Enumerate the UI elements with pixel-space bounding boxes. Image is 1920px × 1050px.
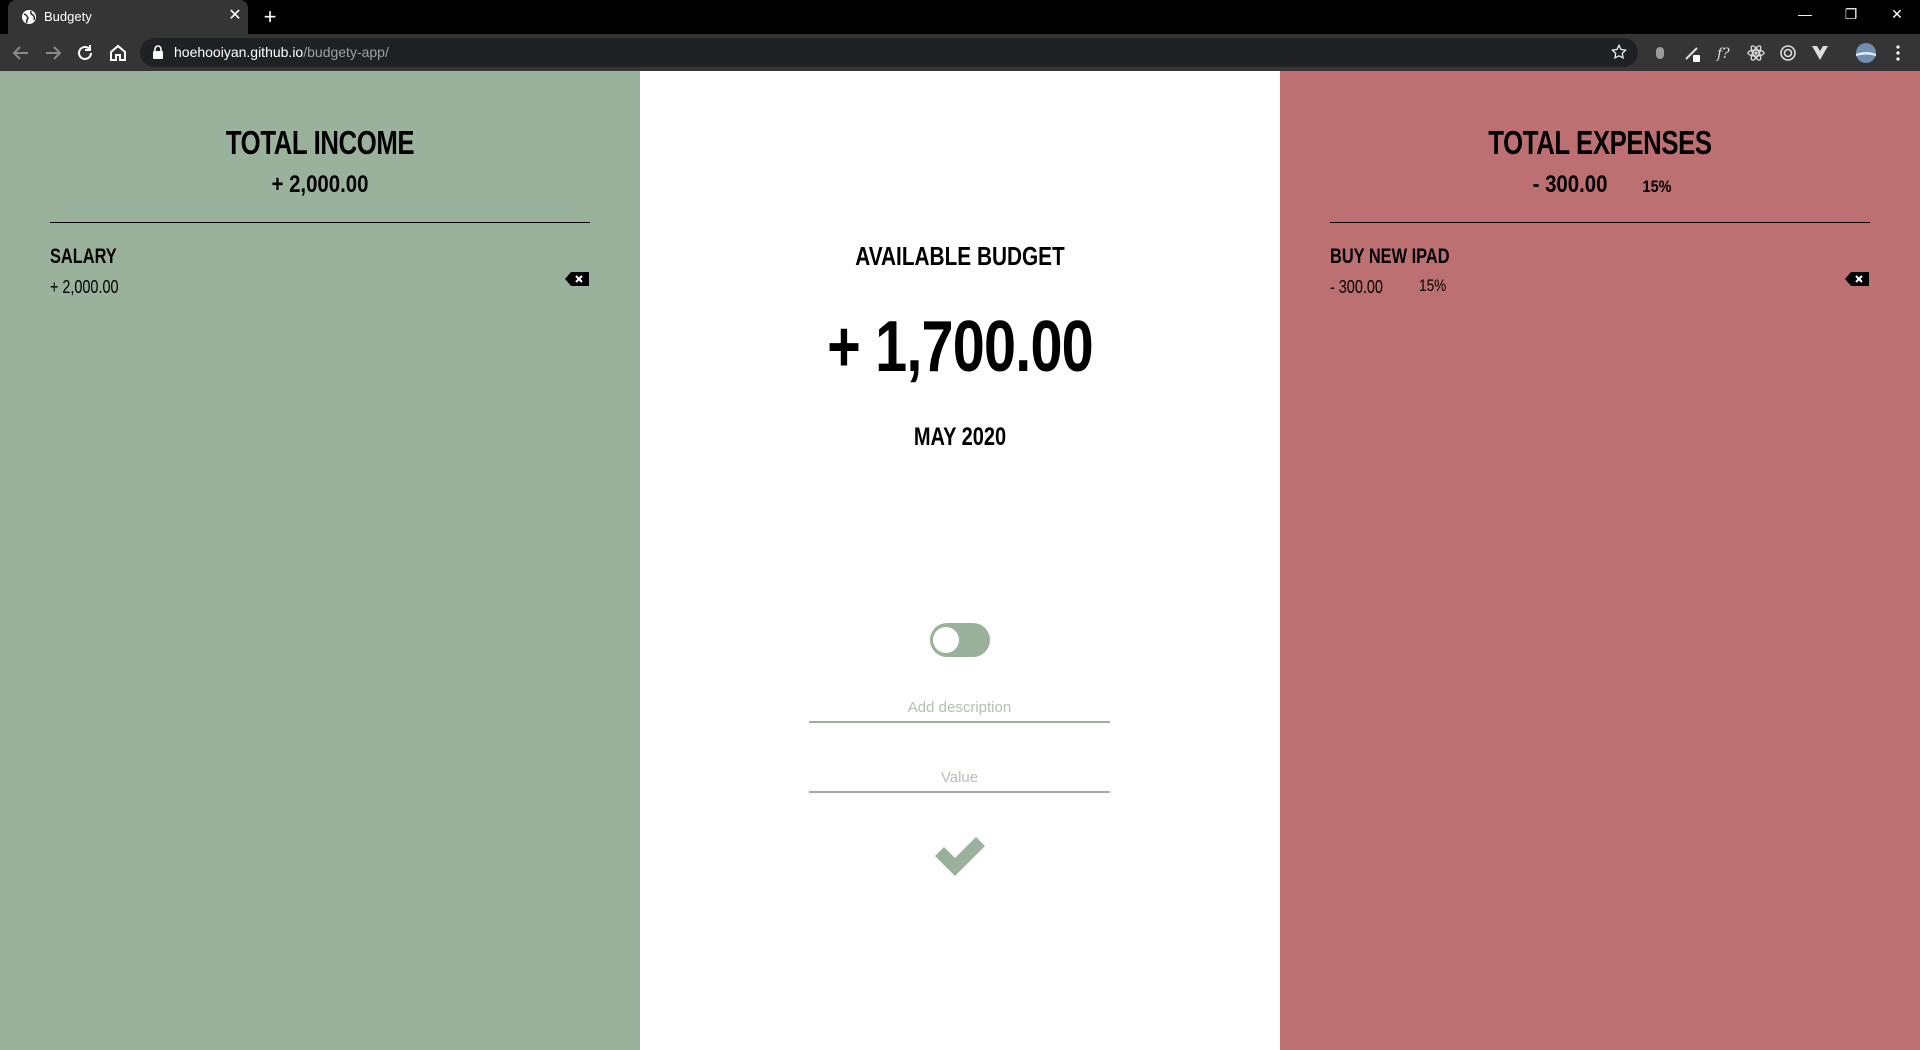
url-host: hoehooiyan.github.io xyxy=(174,44,304,60)
lock-icon xyxy=(153,45,163,59)
expense-item: BUY NEW IPAD - 300.00 15% xyxy=(1330,245,1870,305)
available-budget-value: + 1,700.00 xyxy=(827,307,1094,387)
home-icon[interactable] xyxy=(106,41,130,65)
tab-close-icon[interactable]: ✕ xyxy=(226,7,244,25)
browser-toolbar: hoehooiyan.github.io/budgety-app/ f? xyxy=(0,34,1920,71)
toggle-knob xyxy=(933,627,959,653)
delete-income-icon[interactable] xyxy=(564,271,590,287)
svg-text:f?: f? xyxy=(1716,46,1730,62)
value-input[interactable] xyxy=(809,763,1110,793)
checkmark-icon[interactable] xyxy=(931,829,989,879)
available-budget-title: AVAILABLE BUDGET xyxy=(855,241,1065,271)
delete-expense-icon[interactable] xyxy=(1844,271,1870,287)
expense-item-value: - 300.00 xyxy=(1330,277,1383,297)
restore-button[interactable]: ❐ xyxy=(1828,0,1874,30)
expense-item-description: BUY NEW IPAD xyxy=(1330,245,1450,268)
budgety-app: TOTAL INCOME + 2,000.00 SALARY + 2,000.0… xyxy=(0,71,1920,1050)
forward-icon[interactable] xyxy=(41,41,65,65)
globe-icon xyxy=(22,10,36,24)
browser-tab-strip: Budgety ✕ + — ❐ ✕ xyxy=(0,0,1920,34)
expenses-divider xyxy=(1330,222,1870,223)
url-text: hoehooiyan.github.io/budgety-app/ xyxy=(174,44,389,61)
budget-panel: AVAILABLE BUDGET + 1,700.00 MAY 2020 xyxy=(640,71,1280,1050)
expense-item-percentage: 15% xyxy=(1419,276,1447,295)
new-tab-button[interactable]: + xyxy=(258,5,282,29)
income-panel: TOTAL INCOME + 2,000.00 SALARY + 2,000.0… xyxy=(0,71,640,1050)
expenses-title: TOTAL EXPENSES xyxy=(1488,124,1712,161)
bookmark-star-icon[interactable] xyxy=(1610,43,1628,61)
address-bar[interactable]: hoehooiyan.github.io/budgety-app/ xyxy=(140,38,1638,67)
back-icon[interactable] xyxy=(9,41,33,65)
income-item-description: SALARY xyxy=(50,245,117,268)
tab-title: Budgety xyxy=(44,9,92,24)
income-expense-toggle[interactable] xyxy=(930,623,990,657)
window-close-button[interactable]: ✕ xyxy=(1874,0,1920,30)
extension-font-icon[interactable]: f? xyxy=(1714,43,1734,63)
profile-avatar[interactable] xyxy=(1855,42,1877,64)
income-divider xyxy=(50,222,590,223)
extension-target-icon[interactable] xyxy=(1778,43,1798,63)
expenses-panel: TOTAL EXPENSES - 300.00 15% BUY NEW IPAD… xyxy=(1280,71,1920,1050)
income-item: SALARY + 2,000.00 xyxy=(50,245,590,305)
income-item-value: + 2,000.00 xyxy=(50,277,119,297)
description-input[interactable] xyxy=(809,693,1110,723)
expenses-total-row: - 300.00 15% xyxy=(1280,171,1920,199)
extension-vue-icon[interactable] xyxy=(1810,43,1830,63)
minimize-button[interactable]: — xyxy=(1782,0,1828,30)
budget-month: MAY 2020 xyxy=(913,423,1007,451)
extension-mouse-icon[interactable] xyxy=(1650,43,1670,63)
url-path: /budgety-app/ xyxy=(303,44,389,60)
expenses-percentage-badge: 15% xyxy=(1642,177,1672,196)
extension-react-icon[interactable] xyxy=(1746,43,1766,63)
browser-tab[interactable]: Budgety ✕ xyxy=(8,0,248,34)
extension-pen-icon[interactable] xyxy=(1682,43,1702,63)
income-total: + 2,000.00 xyxy=(271,171,369,198)
browser-menu-icon[interactable] xyxy=(1888,43,1908,63)
expenses-total: - 300.00 xyxy=(1532,171,1608,198)
income-title: TOTAL INCOME xyxy=(225,124,415,161)
reload-icon[interactable] xyxy=(73,41,97,65)
